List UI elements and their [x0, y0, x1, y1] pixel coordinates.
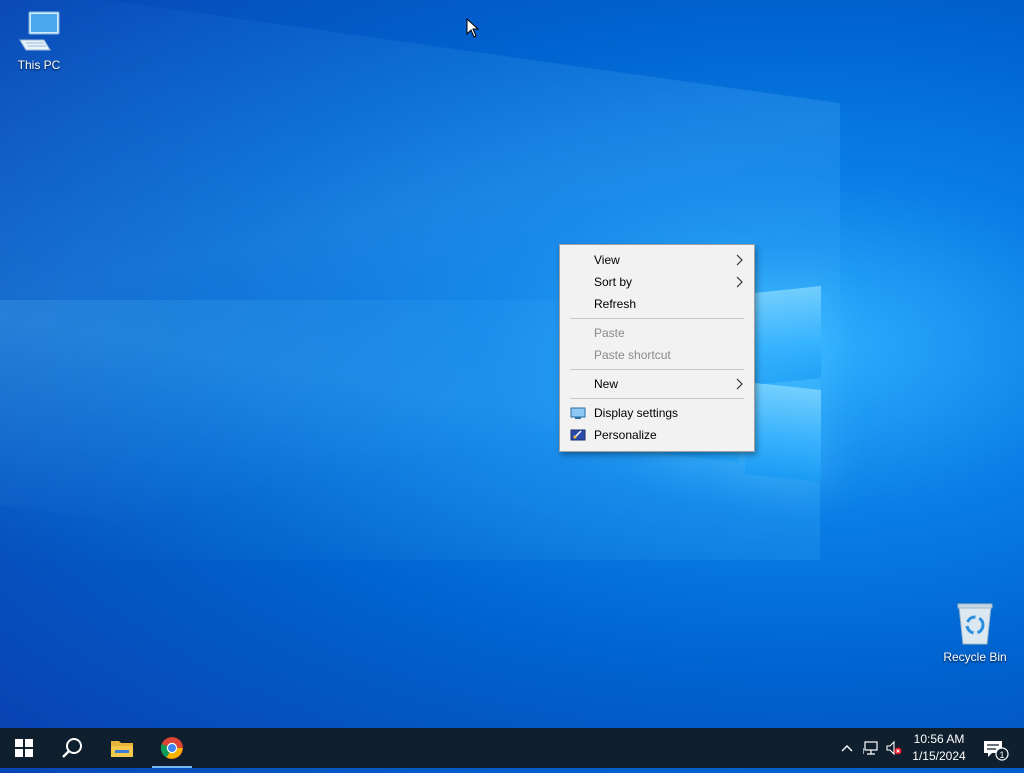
chevron-right-icon — [736, 378, 743, 390]
chrome-icon — [160, 737, 183, 759]
menu-item-paste[interactable]: Paste — [562, 322, 752, 344]
menu-item-sort-by[interactable]: Sort by — [562, 271, 752, 293]
menu-item-label: Paste — [594, 326, 625, 340]
chevron-up-icon[interactable] — [839, 740, 855, 756]
recycle-bin-desktop-icon[interactable]: Recycle Bin — [937, 602, 1013, 664]
desktop[interactable]: This PC Recycle Bin View Sort by Refresh… — [0, 0, 1024, 728]
menu-separator — [570, 398, 744, 399]
menu-separator — [570, 369, 744, 370]
menu-item-label: View — [594, 253, 620, 267]
menu-item-label: Paste shortcut — [594, 348, 671, 362]
search-icon — [62, 738, 82, 758]
menu-item-label: Display settings — [594, 406, 679, 420]
start-button[interactable] — [0, 728, 48, 768]
start-icon — [15, 739, 33, 757]
computer-icon — [19, 11, 60, 51]
clock-date: 1/15/2024 — [912, 749, 966, 763]
notification-icon: 1 — [984, 741, 1009, 761]
menu-item-refresh[interactable]: Refresh — [562, 293, 752, 315]
clock-time: 10:56 AM — [913, 732, 965, 746]
menu-item-label: Personalize — [594, 428, 657, 442]
chrome-taskbar-button[interactable] — [148, 728, 196, 768]
this-pc-desktop-icon[interactable]: This PC — [1, 10, 77, 72]
file-explorer-icon — [111, 741, 133, 757]
recycle-bin-icon — [957, 603, 993, 645]
network-icon[interactable] — [863, 740, 879, 756]
menu-item-paste-shortcut[interactable]: Paste shortcut — [562, 344, 752, 366]
system-clock[interactable]: 10:56 AM 1/15/2024 — [905, 731, 973, 765]
menu-item-new[interactable]: New — [562, 373, 752, 395]
menu-item-display-settings[interactable]: Display settings — [562, 402, 752, 424]
personalize-icon — [570, 429, 586, 441]
menu-separator — [570, 318, 744, 319]
search-button[interactable] — [48, 728, 96, 768]
menu-item-personalize[interactable]: Personalize — [562, 424, 752, 446]
mouse-cursor-icon — [466, 18, 480, 38]
chevron-right-icon — [736, 276, 743, 288]
notification-count: 1 — [999, 750, 1004, 760]
recycle-bin-label: Recycle Bin — [943, 650, 1007, 664]
this-pc-label: This PC — [17, 58, 61, 72]
desktop-context-menu: View Sort by Refresh Paste Paste shortcu… — [559, 244, 755, 452]
menu-item-label: New — [594, 377, 619, 391]
display-icon — [570, 407, 586, 419]
menu-item-label: Refresh — [594, 297, 637, 311]
file-explorer-taskbar-button[interactable] — [98, 728, 146, 768]
menu-item-view[interactable]: View — [562, 249, 752, 271]
chevron-right-icon — [736, 254, 743, 266]
taskbar: 10:56 AM 1/15/2024 1 — [0, 728, 1024, 768]
action-center-button[interactable]: 1 — [980, 728, 1012, 768]
volume-muted-icon[interactable] — [886, 740, 902, 756]
menu-item-label: Sort by — [594, 275, 633, 289]
